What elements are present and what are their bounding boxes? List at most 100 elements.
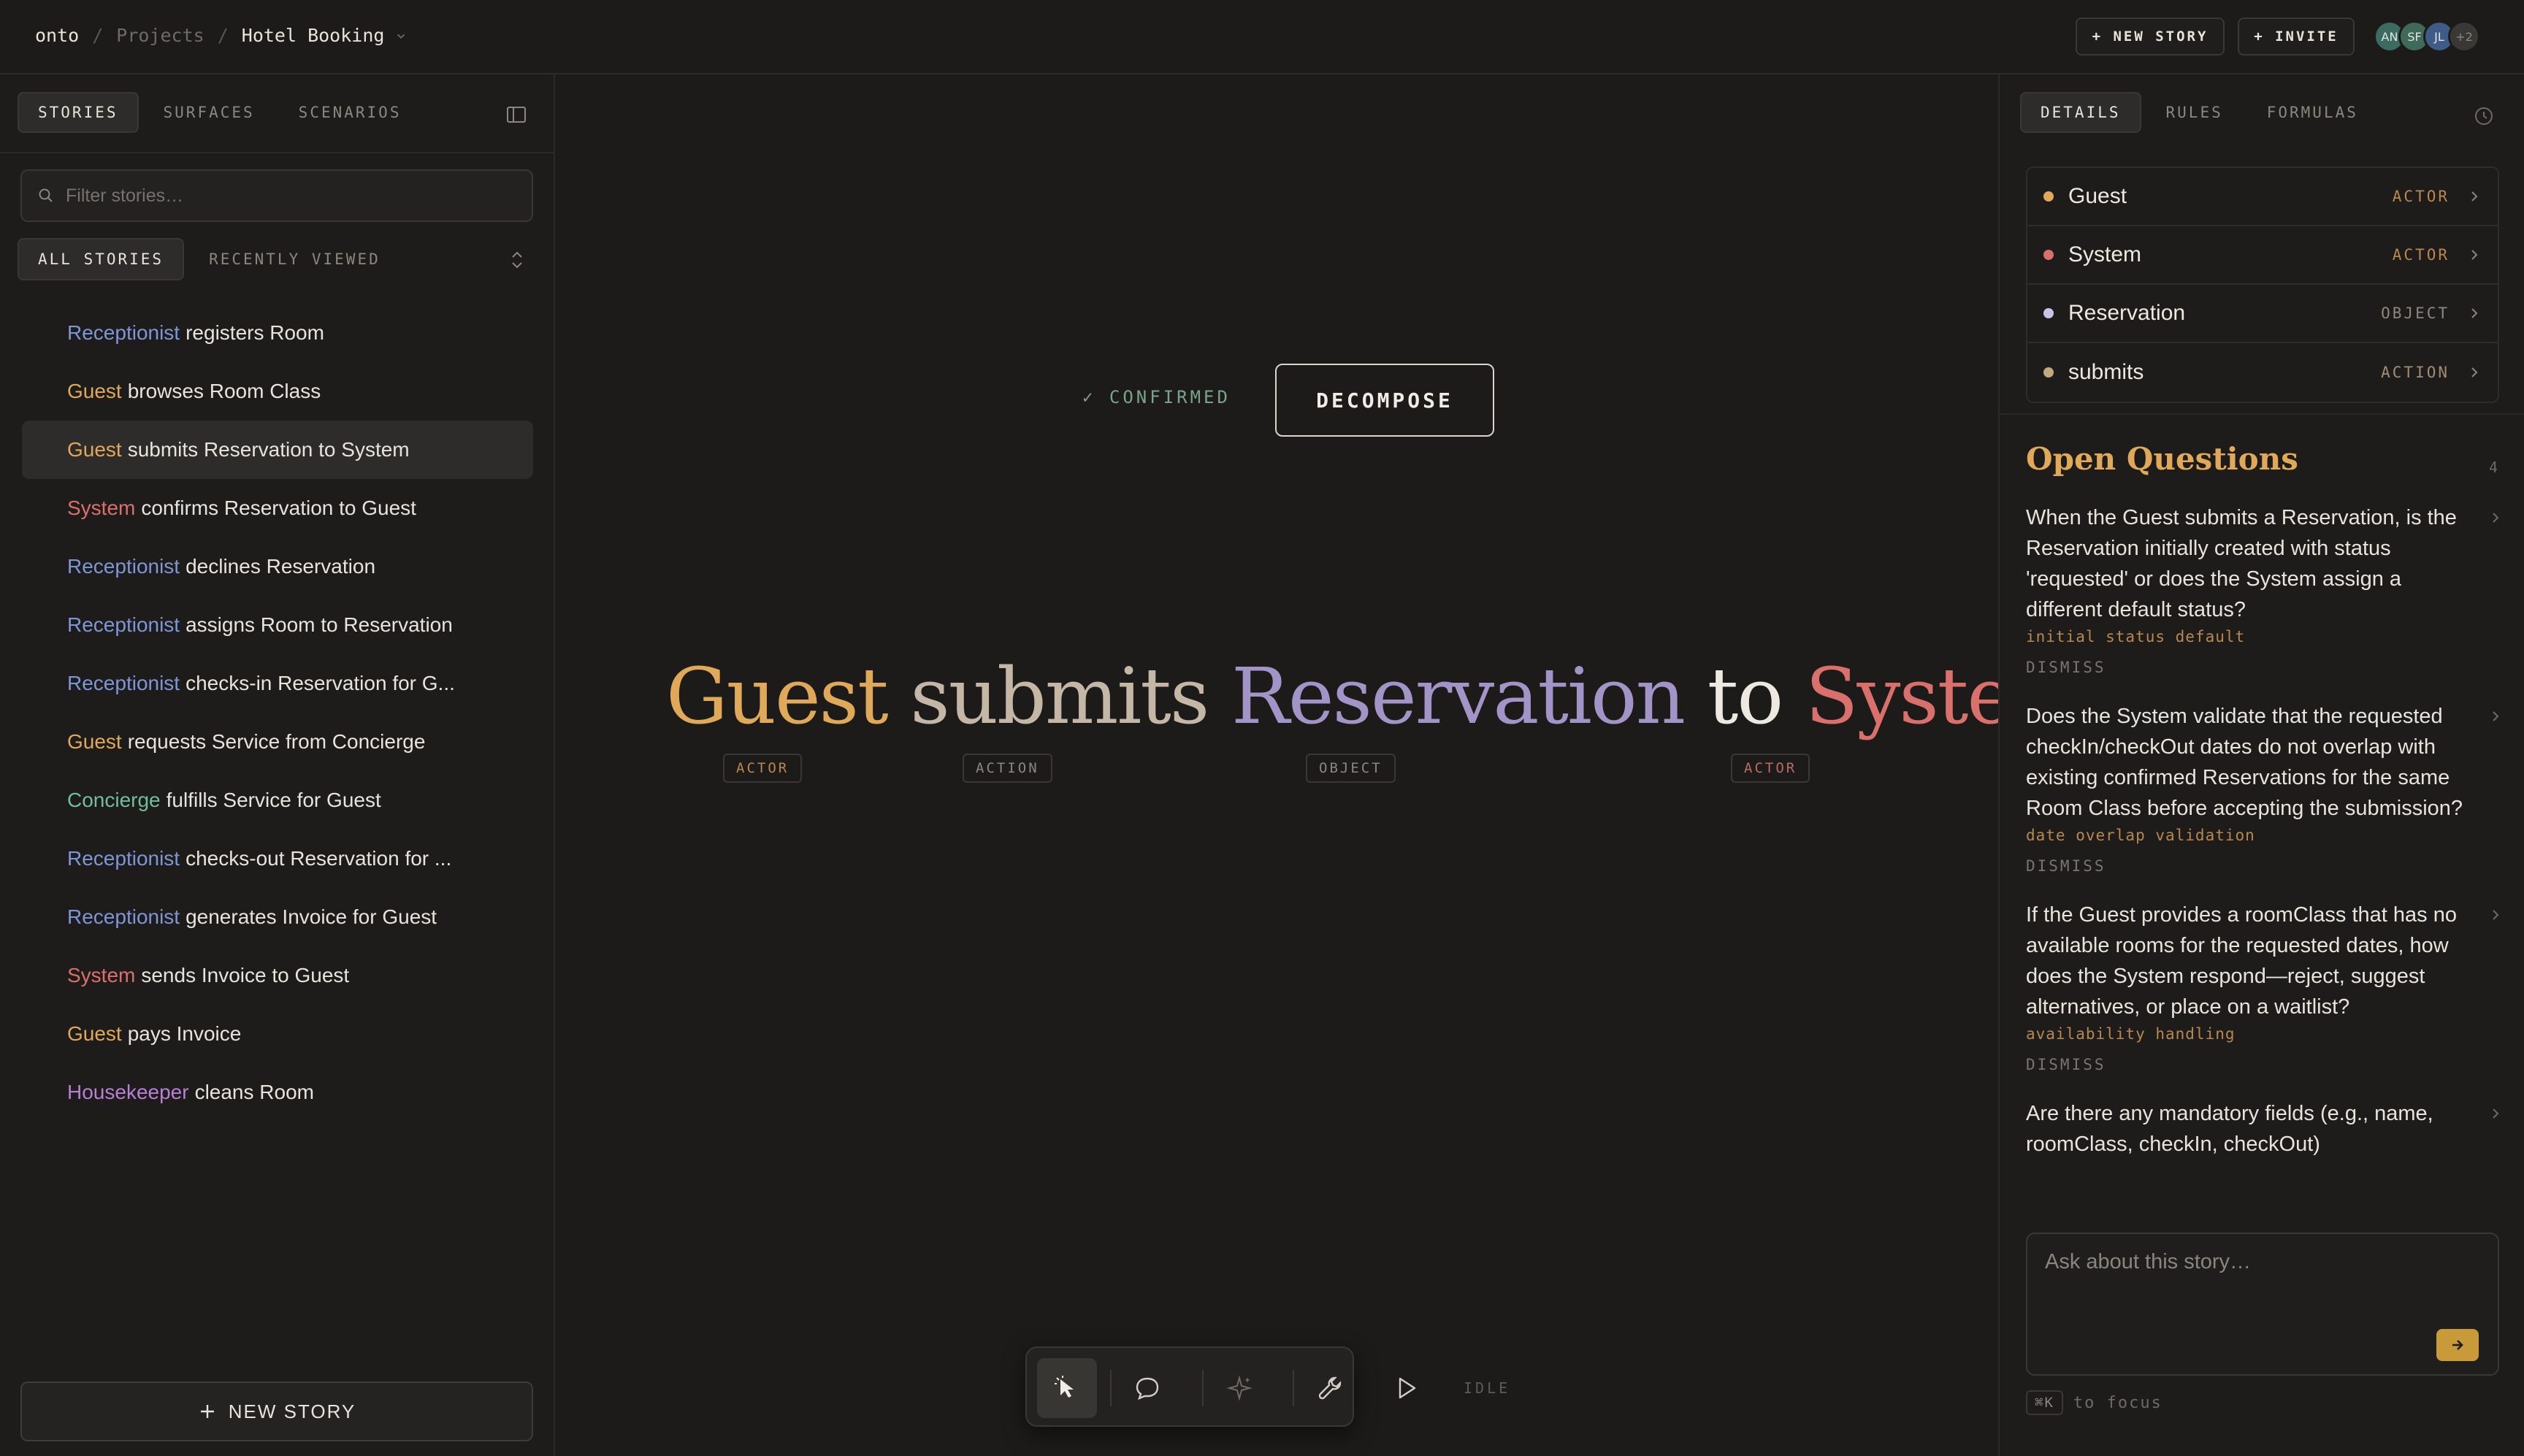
story-list-item[interactable]: Guest submits Reservation to System — [22, 421, 533, 479]
entity-dot — [2043, 308, 2054, 318]
story-list-item[interactable]: Receptionist checks-in Reservation for G.… — [22, 654, 533, 713]
story-actor: Receptionist — [67, 555, 180, 578]
tab-formulas[interactable]: FORMULAS — [2248, 92, 2377, 133]
entity-row[interactable]: Guest ACTOR — [2027, 168, 2498, 226]
story-list-item[interactable]: Receptionist registers Room — [22, 304, 533, 362]
entity-type: ACTION — [2381, 364, 2450, 381]
decompose-button[interactable]: DECOMPOSE — [1275, 364, 1494, 437]
avatar-group[interactable]: AN SF JL +2 — [2374, 20, 2480, 53]
question-tag: initial status default — [2026, 628, 2246, 645]
ask-box — [2026, 1233, 2499, 1376]
story-list-item[interactable]: Housekeeper cleans Room — [22, 1063, 533, 1122]
entity-type: OBJECT — [2381, 304, 2450, 322]
chevron-right-icon[interactable] — [2487, 1106, 2504, 1122]
story-list-item[interactable]: Concierge fulfills Service for Guest — [22, 771, 533, 829]
open-question[interactable]: Does the System validate that the reques… — [2026, 701, 2511, 875]
tab-details[interactable]: DETAILS — [2020, 92, 2141, 133]
question-text: Does the System validate that the reques… — [2026, 705, 2463, 820]
chevron-right-icon[interactable] — [2487, 907, 2504, 923]
story-list-item[interactable]: Receptionist checks-out Reservation for .… — [22, 829, 533, 888]
sentence-object[interactable]: Reservation — [1231, 651, 1686, 741]
open-question[interactable]: If the Guest provides a roomClass that h… — [2026, 900, 2511, 1073]
story-text: registers Room — [186, 321, 324, 344]
story-list-item[interactable]: Guest browses Room Class — [22, 362, 533, 421]
entity-dot — [2043, 367, 2054, 378]
chevron-right-icon[interactable] — [2487, 708, 2504, 724]
entity-list: Guest ACTOR System ACTOR Reservation OBJECT su… — [2026, 166, 2499, 403]
new-story-button[interactable]: + NEW STORY — [2076, 18, 2225, 55]
breadcrumb-project[interactable]: Hotel Booking — [242, 25, 385, 46]
story-text: browses Room Class — [127, 380, 321, 402]
select-cursor-icon — [1055, 1376, 1074, 1398]
entity-name: submits — [2068, 360, 2144, 384]
comment-tool[interactable] — [1117, 1358, 1177, 1418]
question-text: If the Guest provides a roomClass that h… — [2026, 903, 2457, 1019]
ask-story-input[interactable] — [2045, 1250, 2483, 1323]
story-list-item[interactable]: Guest requests Service from Concierge — [22, 713, 533, 771]
filter-stories-field[interactable] — [20, 169, 533, 222]
story-list-item[interactable]: System sends Invoice to Guest — [22, 946, 533, 1005]
open-question[interactable]: Are there any mandatory fields (e.g., na… — [2026, 1098, 2511, 1160]
story-text: checks-in Reservation for G... — [186, 672, 455, 694]
chevron-right-icon[interactable] — [2487, 510, 2504, 526]
chevron-down-icon[interactable] — [394, 29, 408, 42]
dismiss-button[interactable]: DISMISS — [2026, 857, 2511, 875]
breadcrumb-projects[interactable]: Projects — [116, 25, 204, 46]
story-actor: Receptionist — [67, 847, 180, 870]
tab-all-stories[interactable]: ALL STORIES — [18, 238, 185, 280]
sort-toggle-icon[interactable] — [507, 247, 527, 273]
story-actor: Guest — [67, 730, 122, 753]
sentence-actor[interactable]: Guest — [666, 651, 889, 741]
wrench-tool[interactable] — [1300, 1358, 1360, 1418]
send-button[interactable] — [2436, 1329, 2479, 1361]
story-list-item[interactable]: System confirms Reservation to Guest — [22, 479, 533, 537]
breadcrumb: onto / Projects / Hotel Booking — [35, 25, 408, 46]
open-question[interactable]: When the Guest submits a Reservation, is… — [2026, 502, 2511, 676]
story-list-item[interactable]: Receptionist assigns Room to Reservation — [22, 596, 533, 654]
tab-surfaces[interactable]: SURFACES — [145, 92, 274, 133]
role-tag-action: ACTION — [963, 754, 1052, 783]
tab-scenarios[interactable]: SCENARIOS — [280, 92, 421, 133]
story-text: generates Invoice for Guest — [186, 905, 437, 928]
tab-recently-viewed[interactable]: RECENTLY VIEWED — [190, 238, 399, 280]
story-list-item[interactable]: Receptionist declines Reservation — [22, 537, 533, 596]
divider — [2000, 413, 2524, 415]
story-list-item[interactable]: Receptionist generates Invoice for Guest — [22, 888, 533, 946]
open-questions-title: Open Questions — [2026, 441, 2298, 477]
invite-button[interactable]: + INVITE — [2238, 18, 2355, 55]
breadcrumb-separator: / — [217, 25, 229, 46]
new-story-bottom-button[interactable]: NEW STORY — [20, 1382, 533, 1441]
entity-row[interactable]: submits ACTION — [2027, 343, 2498, 402]
sentence-action[interactable]: submits — [910, 651, 1209, 741]
search-icon — [39, 188, 53, 202]
avatar-overflow[interactable]: +2 — [2448, 20, 2480, 53]
story-text: declines Reservation — [186, 555, 376, 578]
history-icon[interactable] — [2473, 105, 2495, 127]
tab-stories[interactable]: STORIES — [18, 92, 139, 133]
plus-icon — [200, 1405, 214, 1418]
dismiss-button[interactable]: DISMISS — [2026, 659, 2511, 676]
shortcut-hint-text: to focus — [2073, 1393, 2162, 1412]
sidebar-panel-icon[interactable] — [505, 104, 527, 126]
play-tool[interactable] — [1376, 1358, 1436, 1418]
tab-rules[interactable]: RULES — [2147, 92, 2242, 133]
shortcut-hint: ⌘K to focus — [2026, 1390, 2162, 1415]
story-sentence: Guest submits Reservation to System — [666, 651, 2085, 741]
ai-tool[interactable] — [1209, 1358, 1269, 1418]
question-text: Are there any mandatory fields (e.g., na… — [2026, 1102, 2433, 1156]
entity-row[interactable]: Reservation OBJECT — [2027, 285, 2498, 343]
entity-name: Guest — [2068, 184, 2127, 208]
breadcrumb-separator: / — [92, 25, 104, 46]
story-actor: Receptionist — [67, 321, 180, 344]
new-story-label: NEW STORY — [228, 1400, 356, 1422]
select-tool[interactable] — [1037, 1358, 1097, 1418]
filter-stories-input[interactable] — [66, 185, 504, 207]
dismiss-button[interactable]: DISMISS — [2026, 1056, 2511, 1073]
entity-name: Reservation — [2068, 301, 2186, 325]
question-tag: date overlap validation — [2026, 827, 2255, 844]
story-list-item[interactable]: Guest pays Invoice — [22, 1005, 533, 1063]
story-text: fulfills Service for Guest — [166, 789, 381, 811]
story-text: sends Invoice to Guest — [141, 964, 350, 986]
entity-row[interactable]: System ACTOR — [2027, 226, 2498, 285]
breadcrumb-root[interactable]: onto — [35, 25, 79, 46]
